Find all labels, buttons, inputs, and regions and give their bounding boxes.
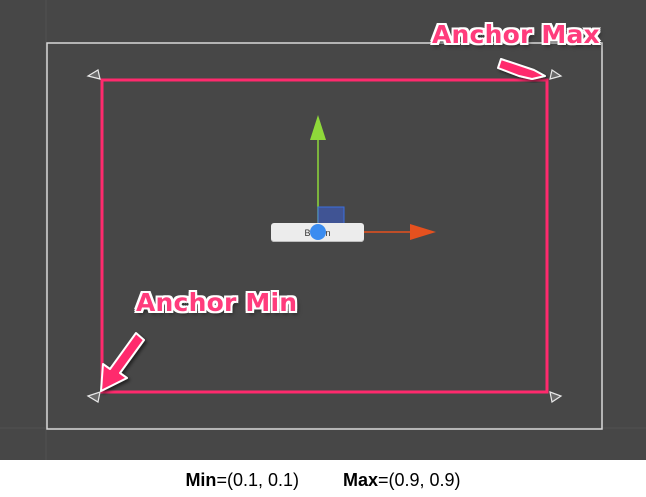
anchor-handle-icon[interactable] (86, 69, 101, 80)
anchor-caption: Min=(0.1, 0.1) Max=(0.9, 0.9) (0, 470, 646, 491)
callout-arrow-icon (497, 58, 546, 80)
min-label: Min (185, 470, 217, 490)
scene-view[interactable]: Button Anchor Max Anchor Min (0, 0, 646, 460)
anchor-handle-icon[interactable] (549, 69, 563, 80)
callout-arrow-icon (100, 332, 145, 392)
anchor-handle-icon[interactable] (86, 391, 101, 403)
anchor-max-callout: Anchor Max (432, 20, 600, 49)
min-value: =(0.1, 0.1) (216, 470, 299, 490)
ui-button-label: Button (304, 227, 331, 238)
anchor-min-callout: Anchor Min (136, 288, 298, 317)
max-label: Max (342, 470, 378, 490)
ui-button[interactable]: Button (271, 223, 364, 242)
anchor-handle-icon[interactable] (549, 391, 563, 403)
max-value: =(0.9, 0.9) (378, 470, 461, 490)
